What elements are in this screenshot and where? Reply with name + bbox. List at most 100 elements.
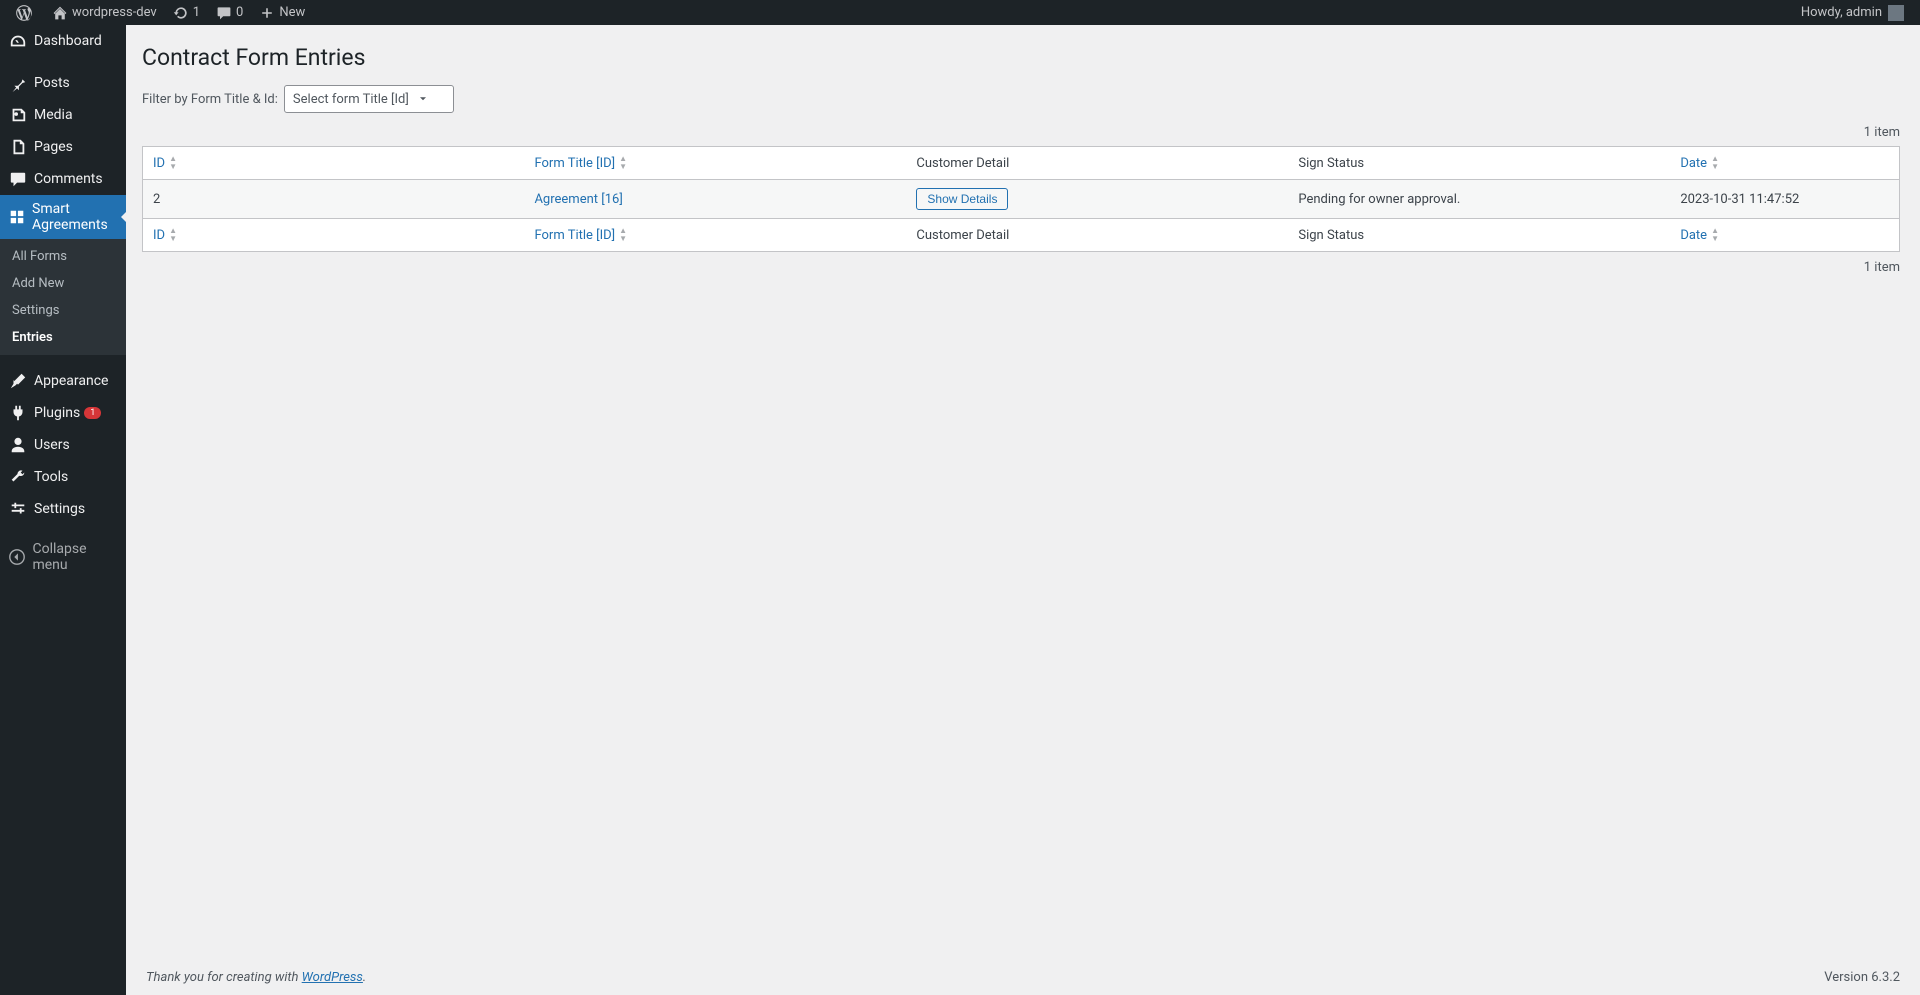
- account-button[interactable]: Howdy, admin: [1793, 0, 1912, 25]
- admin-bar-right: Howdy, admin: [1793, 0, 1912, 25]
- avatar-icon: [1888, 5, 1904, 21]
- site-name-button[interactable]: wordpress-dev: [44, 0, 165, 25]
- dashboard-icon: [8, 31, 28, 51]
- sidebar-item-label: Plugins: [34, 405, 80, 421]
- submenu-add-new[interactable]: Add New: [0, 270, 126, 297]
- chevron-down-icon: [417, 93, 429, 105]
- sidebar-item-label: Comments: [34, 171, 103, 187]
- cell-sign-status: Pending for owner approval.: [1288, 180, 1670, 219]
- sidebar-item-pages[interactable]: Pages: [0, 131, 126, 163]
- sidebar-item-media[interactable]: Media: [0, 99, 126, 131]
- footer-version: Version 6.3.2: [1824, 970, 1900, 985]
- col-footer-form-title[interactable]: Form Title [ID]▲▼: [524, 219, 906, 252]
- wrench-icon: [8, 467, 28, 487]
- item-count-top: 1 item: [142, 125, 1900, 140]
- col-header-customer: Customer Detail: [906, 147, 1288, 180]
- filter-row: Filter by Form Title & Id: Select form T…: [142, 85, 1900, 113]
- sidebar-item-label: Appearance: [34, 373, 108, 389]
- plugin-update-badge: 1: [84, 407, 101, 419]
- sidebar-item-users[interactable]: Users: [0, 429, 126, 461]
- sidebar-item-label: Users: [34, 437, 70, 453]
- sidebar-item-label: Collapse menu: [32, 541, 118, 573]
- form-title-link[interactable]: Agreement [16]: [534, 192, 622, 207]
- sort-icon: ▲▼: [619, 227, 627, 243]
- sidebar-item-label: Tools: [34, 469, 68, 485]
- sidebar-item-posts[interactable]: Posts: [0, 67, 126, 99]
- collapse-icon: [8, 547, 26, 567]
- wordpress-icon: [16, 5, 32, 21]
- comments-count: 0: [236, 5, 243, 20]
- sort-icon: ▲▼: [1711, 227, 1719, 243]
- item-count-bottom: 1 item: [142, 260, 1900, 275]
- wordpress-link[interactable]: WordPress: [302, 970, 363, 985]
- footer-thanks: Thank you for creating with WordPress.: [146, 970, 366, 985]
- table-row: 2 Agreement [16] Show Details Pending fo…: [143, 180, 1900, 219]
- home-icon: [52, 5, 68, 21]
- wp-logo-button[interactable]: [8, 0, 44, 25]
- col-header-id[interactable]: ID▲▼: [143, 147, 525, 180]
- greeting-label: Howdy, admin: [1801, 5, 1882, 20]
- admin-bar-left: wordpress-dev 1 0 New: [8, 0, 313, 25]
- menu-separator: [0, 355, 126, 365]
- updates-icon: [173, 5, 189, 21]
- admin-footer: Thank you for creating with WordPress. V…: [126, 960, 1920, 995]
- sidebar-item-tools[interactable]: Tools: [0, 461, 126, 493]
- main-content: Contract Form Entries Filter by Form Tit…: [126, 25, 1920, 995]
- new-button[interactable]: New: [251, 0, 313, 25]
- pin-icon: [8, 73, 28, 93]
- pages-icon: [8, 137, 28, 157]
- sidebar-item-comments[interactable]: Comments: [0, 163, 126, 195]
- sidebar-item-smart-agreements[interactable]: Smart Agreements: [0, 195, 126, 239]
- site-name-label: wordpress-dev: [72, 5, 157, 20]
- sort-icon: ▲▼: [619, 155, 627, 171]
- sidebar-item-label: Media: [34, 107, 73, 123]
- updates-button[interactable]: 1: [165, 0, 208, 25]
- cell-form-title: Agreement [16]: [524, 180, 906, 219]
- filter-label: Filter by Form Title & Id:: [142, 92, 278, 107]
- sliders-icon: [8, 499, 28, 519]
- show-details-button[interactable]: Show Details: [916, 188, 1008, 210]
- sidebar-item-label: Smart Agreements: [32, 201, 118, 233]
- plus-icon: [259, 5, 275, 21]
- col-header-sign-status: Sign Status: [1288, 147, 1670, 180]
- form-filter-select[interactable]: Select form Title [Id]: [284, 85, 454, 113]
- sidebar-item-appearance[interactable]: Appearance: [0, 365, 126, 397]
- sort-icon: ▲▼: [1711, 155, 1719, 171]
- submenu-all-forms[interactable]: All Forms: [0, 243, 126, 270]
- submenu-entries[interactable]: Entries: [0, 324, 126, 351]
- admin-bar: wordpress-dev 1 0 New Howdy, admin: [0, 0, 1920, 25]
- col-footer-date[interactable]: Date▲▼: [1670, 219, 1899, 252]
- col-footer-id[interactable]: ID▲▼: [143, 219, 525, 252]
- comments-icon: [8, 169, 28, 189]
- entries-table: ID▲▼ Form Title [ID]▲▼ Customer Detail S…: [142, 146, 1900, 252]
- col-header-form-title[interactable]: Form Title [ID]▲▼: [524, 147, 906, 180]
- cell-id: 2: [143, 180, 525, 219]
- comments-button[interactable]: 0: [208, 0, 251, 25]
- page-title: Contract Form Entries: [142, 35, 1900, 75]
- sidebar-item-label: Pages: [34, 139, 73, 155]
- sidebar-item-label: Settings: [34, 501, 85, 517]
- brush-icon: [8, 371, 28, 391]
- new-label: New: [279, 5, 305, 20]
- sidebar-item-label: Posts: [34, 75, 70, 91]
- sort-icon: ▲▼: [169, 227, 177, 243]
- submenu-settings[interactable]: Settings: [0, 297, 126, 324]
- sidebar-collapse-button[interactable]: Collapse menu: [0, 535, 126, 579]
- menu-separator: [0, 57, 126, 67]
- admin-sidebar: Dashboard Posts Media Pages Comments Sma…: [0, 25, 126, 995]
- col-footer-customer: Customer Detail: [906, 219, 1288, 252]
- cell-date: 2023-10-31 11:47:52: [1670, 180, 1899, 219]
- sidebar-item-settings[interactable]: Settings: [0, 493, 126, 525]
- menu-separator: [0, 525, 126, 535]
- sidebar-item-dashboard[interactable]: Dashboard: [0, 25, 126, 57]
- sidebar-item-label: Dashboard: [34, 33, 102, 49]
- col-footer-sign-status: Sign Status: [1288, 219, 1670, 252]
- plug-icon: [8, 403, 28, 423]
- table-header-row: ID▲▼ Form Title [ID]▲▼ Customer Detail S…: [143, 147, 1900, 180]
- media-icon: [8, 105, 28, 125]
- col-header-date[interactable]: Date▲▼: [1670, 147, 1899, 180]
- sort-icon: ▲▼: [169, 155, 177, 171]
- comment-icon: [216, 5, 232, 21]
- updates-count: 1: [193, 5, 200, 20]
- sidebar-item-plugins[interactable]: Plugins 1: [0, 397, 126, 429]
